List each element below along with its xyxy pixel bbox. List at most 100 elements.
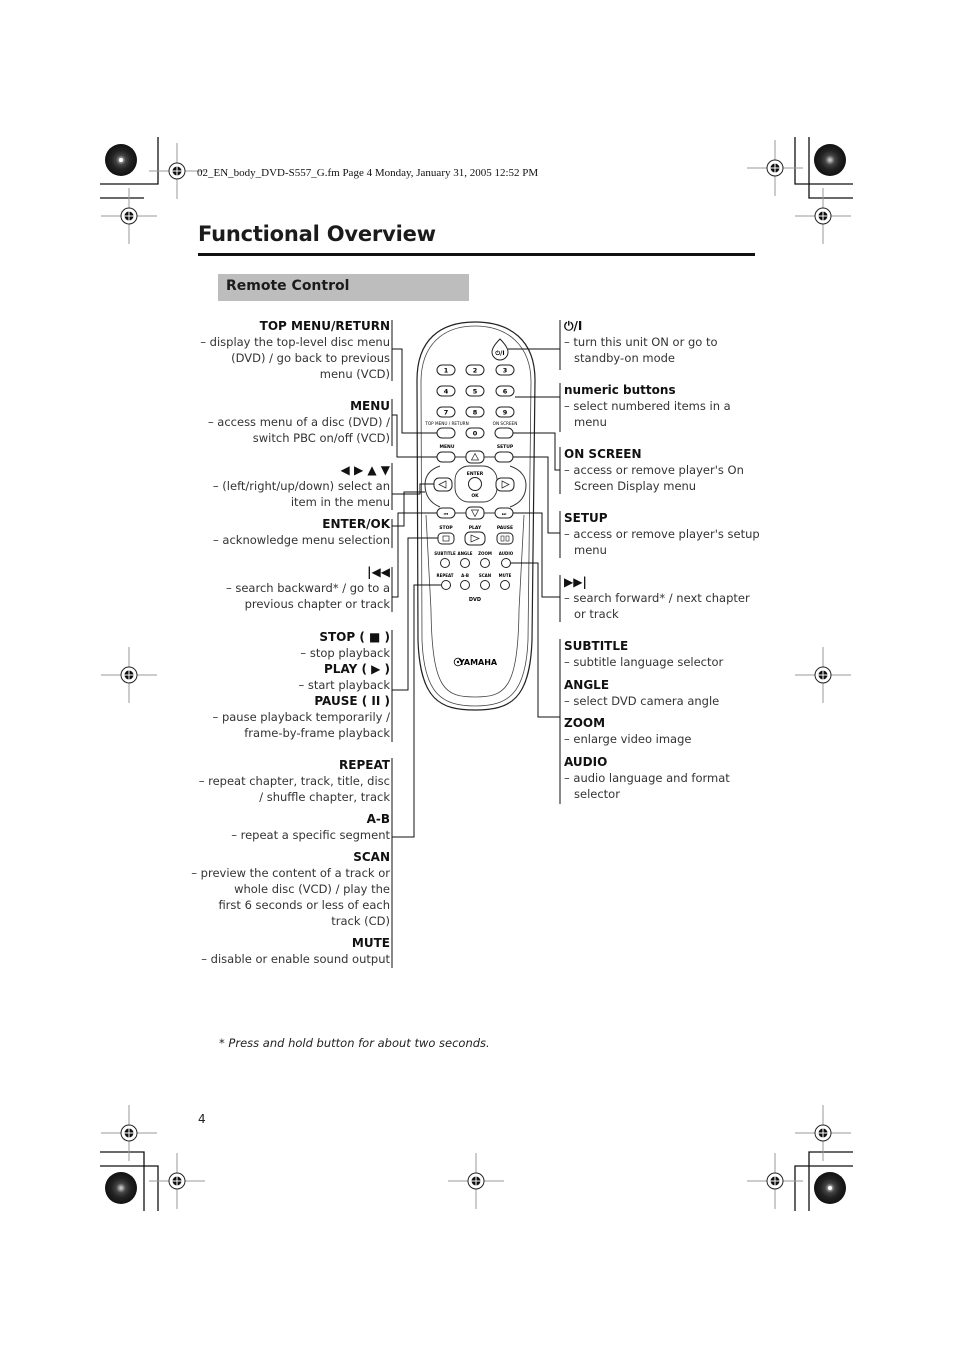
menu-label: MENU bbox=[440, 444, 455, 450]
callout-text: first 6 seconds or less of each bbox=[218, 898, 390, 912]
callout-heading: REPEAT bbox=[339, 758, 390, 772]
digit-button-4[interactable]: 4 bbox=[436, 385, 456, 397]
callout-text: – disable or enable sound output bbox=[201, 952, 390, 966]
callout-heading: A-B bbox=[366, 812, 390, 826]
callout-text: – display the top-level disc menu bbox=[200, 335, 390, 349]
angle-button[interactable] bbox=[460, 558, 470, 568]
digit-button-8[interactable]: 8 bbox=[465, 406, 485, 418]
callout-text: – select numbered items in a bbox=[564, 399, 731, 413]
callout-text: – search backward* / go to a bbox=[225, 581, 390, 595]
ok-label: OK bbox=[471, 493, 479, 499]
dvd-label: DVD bbox=[469, 597, 481, 603]
callout-power: ⏻/I – turn this unit ON or go to standby… bbox=[564, 318, 718, 366]
audio-button[interactable] bbox=[501, 558, 511, 568]
digit-label: 1 bbox=[444, 367, 449, 375]
callout-heading: ⏻/I bbox=[564, 319, 583, 333]
audio-label: AUDIO bbox=[499, 551, 514, 556]
callout-text: – select DVD camera angle bbox=[564, 694, 720, 708]
page-number: 4 bbox=[198, 1112, 206, 1126]
top-menu-button[interactable] bbox=[436, 427, 456, 439]
yamaha-logo: YAMAHA bbox=[453, 657, 498, 667]
callout-heading: SUBTITLE bbox=[564, 639, 629, 653]
callout-stop-play-pause: STOP ( ■ ) – stop playback PLAY ( ▶ ) – … bbox=[213, 629, 390, 741]
callout-text: menu bbox=[574, 543, 607, 557]
up-button[interactable] bbox=[465, 450, 485, 464]
callout-text: menu (VCD) bbox=[319, 367, 390, 381]
callout-text: – turn this unit ON or go to bbox=[564, 335, 718, 349]
subtitle-label: SUBTITLE bbox=[434, 551, 456, 556]
svg-text:⏻/I: ⏻/I bbox=[495, 350, 504, 357]
callout-heading: ▶▶| bbox=[564, 575, 587, 589]
digit-label: 0 bbox=[473, 430, 478, 438]
pause-button[interactable] bbox=[496, 532, 514, 545]
callout-heading: ZOOM bbox=[564, 716, 606, 730]
callout-setup: SETUP – access or remove player's setup … bbox=[564, 510, 760, 558]
previous-icon: ⏮ bbox=[444, 512, 449, 518]
callout-text: – enlarge video image bbox=[564, 732, 692, 746]
digit-button-9[interactable]: 9 bbox=[495, 406, 515, 418]
ab-label: A-B bbox=[461, 573, 469, 578]
callout-heading: ENTER/OK bbox=[322, 517, 390, 531]
callout-heading: ◀ ▶ ▲ ▼ bbox=[340, 463, 390, 477]
on-screen-button[interactable] bbox=[494, 427, 514, 439]
callout-top-menu-return: TOP MENU/RETURN – display the top-level … bbox=[200, 318, 390, 382]
mute-label: MUTE bbox=[499, 573, 512, 578]
callout-heading: ON SCREEN bbox=[564, 447, 642, 461]
callout-heading: MUTE bbox=[351, 936, 390, 950]
callout-text: Screen Display menu bbox=[574, 479, 697, 493]
callout-text: previous chapter or track bbox=[244, 597, 390, 611]
callout-text: whole disc (VCD) / play the bbox=[234, 882, 390, 896]
callout-heading: SCAN bbox=[353, 850, 390, 864]
menu-button[interactable] bbox=[436, 451, 456, 463]
stop-label: STOP bbox=[439, 525, 453, 531]
callout-heading: |◀◀ bbox=[367, 565, 390, 579]
ab-button[interactable] bbox=[460, 580, 470, 590]
zoom-button[interactable] bbox=[480, 558, 490, 568]
callout-heading: numeric buttons bbox=[564, 383, 676, 397]
digit-button-0[interactable]: 0 bbox=[465, 427, 485, 439]
digit-button-5[interactable]: 5 bbox=[465, 385, 485, 397]
digit-button-1[interactable]: 1 bbox=[436, 364, 456, 376]
digit-label: 4 bbox=[444, 388, 449, 396]
digit-button-2[interactable]: 2 bbox=[465, 364, 485, 376]
left-button[interactable] bbox=[433, 477, 453, 492]
next-button[interactable]: ⏭ bbox=[494, 507, 514, 519]
digit-button-6[interactable]: 6 bbox=[495, 385, 515, 397]
callout-text: – stop playback bbox=[300, 646, 390, 660]
down-button[interactable] bbox=[465, 506, 485, 520]
repeat-label: REPEAT bbox=[437, 573, 454, 578]
callout-text: – search forward* / next chapter bbox=[564, 591, 750, 605]
subtitle-button[interactable] bbox=[440, 558, 450, 568]
callout-text: frame-by-frame playback bbox=[244, 726, 390, 740]
callout-text: switch PBC on/off (VCD) bbox=[252, 431, 390, 445]
previous-button[interactable]: ⏮ bbox=[436, 507, 456, 519]
callout-next: ▶▶| – search forward* / next chapter or … bbox=[564, 574, 750, 622]
scan-button[interactable] bbox=[480, 580, 490, 590]
callout-text: (DVD) / go back to previous bbox=[231, 351, 390, 365]
callout-heading: MENU bbox=[350, 399, 390, 413]
scan-label: SCAN bbox=[479, 573, 491, 578]
callout-text: – preview the content of a track or bbox=[191, 866, 390, 880]
play-label: PLAY bbox=[469, 525, 482, 531]
callout-text: – (left/right/up/down) select an bbox=[212, 479, 390, 493]
on-screen-label: ON SCREEN bbox=[493, 421, 518, 426]
callout-enter-ok: ENTER/OK – acknowledge menu selection bbox=[213, 516, 390, 548]
digit-button-3[interactable]: 3 bbox=[495, 364, 515, 376]
callout-heading: PAUSE ( II ) bbox=[314, 694, 390, 708]
play-button[interactable] bbox=[464, 531, 486, 546]
enter-ok-button[interactable] bbox=[468, 477, 482, 491]
stop-button[interactable] bbox=[437, 532, 455, 545]
callout-arrows: ◀ ▶ ▲ ▼ – (left/right/up/down) select an… bbox=[213, 462, 390, 510]
setup-label: SETUP bbox=[497, 444, 514, 450]
digit-button-7[interactable]: 7 bbox=[436, 406, 456, 418]
callout-heading: TOP MENU/RETURN bbox=[259, 319, 390, 333]
mute-button[interactable] bbox=[500, 580, 510, 590]
right-button[interactable] bbox=[495, 477, 515, 492]
callout-text: – access or remove player's On bbox=[564, 463, 744, 477]
callout-heading: AUDIO bbox=[564, 755, 608, 769]
callout-text: – start playback bbox=[298, 678, 390, 692]
repeat-button[interactable] bbox=[441, 580, 451, 590]
setup-button[interactable] bbox=[494, 451, 514, 463]
digit-label: 2 bbox=[473, 367, 478, 375]
top-menu-label: TOP MENU / RETURN bbox=[424, 421, 468, 426]
